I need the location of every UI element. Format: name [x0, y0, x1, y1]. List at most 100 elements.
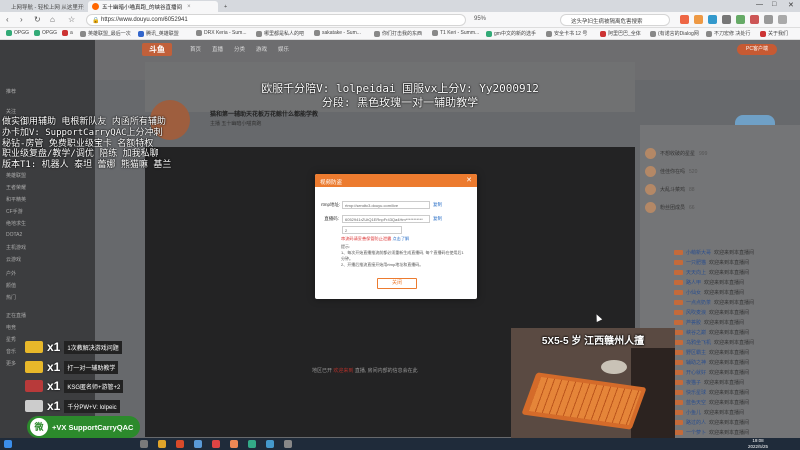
sidebar-item[interactable]: 绝地求生: [6, 220, 26, 227]
chat-message[interactable]: 一个萝卜 欢迎来到本直播间: [674, 427, 749, 437]
bookmark-item[interactable]: OPGG: [34, 30, 57, 36]
nav-entertainment[interactable]: 娱乐: [278, 45, 289, 53]
bookmark-item[interactable]: 关于我们: [760, 30, 788, 37]
extension-icon[interactable]: [680, 15, 689, 24]
home-icon[interactable]: ⌂: [50, 15, 55, 24]
taskbar-app-icon[interactable]: [266, 440, 274, 448]
nav-home[interactable]: 首页: [190, 45, 201, 53]
taskbar-app-icon[interactable]: [194, 440, 202, 448]
rank-row[interactable]: 佳佳你在吗 520: [645, 165, 697, 178]
chat-message[interactable]: 天天向上 欢迎来到本直播间: [674, 267, 749, 277]
zoom-level[interactable]: 95%: [474, 16, 486, 22]
chat-message[interactable]: 小仙女 欢迎来到本直播间: [674, 287, 744, 297]
taskbar-app-icon[interactable]: [212, 440, 220, 448]
chat-message[interactable]: 快乐星球 欢迎来到本直播间: [674, 387, 749, 397]
bookmark-item[interactable]: 英雄联盟_最后一次: [80, 30, 131, 37]
sidebar-item[interactable]: 主机游戏: [6, 244, 26, 251]
sidebar-item[interactable]: 更多: [6, 360, 16, 367]
chat-message[interactable]: 小鱼儿 欢迎来到本直播间: [674, 407, 744, 417]
start-icon[interactable]: [4, 440, 12, 448]
chat-message[interactable]: 夜猫子 欢迎来到本直播间: [674, 377, 744, 387]
taskbar-app-icon[interactable]: [230, 440, 238, 448]
refresh-icon[interactable]: ↻: [34, 15, 41, 24]
stream-key-field[interactable]: 6052941rZUtQ1ERnpFr43Qa4Hm***********: [342, 215, 430, 223]
bookmark-item[interactable]: 不刀宏修 决处行: [706, 30, 750, 37]
bookmark-item[interactable]: 安全卡书 12 号: [546, 30, 587, 37]
sidebar-item[interactable]: 英雄联盟: [6, 172, 26, 179]
pc-client-button[interactable]: PC客户端: [737, 44, 777, 55]
sidebar-item[interactable]: 热门: [6, 294, 16, 301]
bookmark-item[interactable]: 哪里都是私人的吧: [256, 30, 304, 37]
close-button[interactable]: 关闭: [377, 278, 417, 289]
sidebar-item[interactable]: 户外: [6, 270, 16, 277]
search-input[interactable]: 这头孕妇生病被隔离危害搜索: [560, 14, 670, 26]
bookmark-item[interactable]: gm中文的新的选手: [486, 30, 536, 37]
sidebar-item[interactable]: DOTA2: [6, 232, 22, 238]
sidebar-item[interactable]: 王者荣耀: [6, 184, 26, 191]
settings-icon[interactable]: [778, 15, 787, 24]
rtmp-field[interactable]: rtmp://sendtc3.douyu.com/live: [342, 201, 430, 209]
bookmark-item[interactable]: a: [62, 30, 73, 36]
streamer-name[interactable]: 主播 五十幽暗小喵真跑: [210, 120, 261, 127]
chat-message[interactable]: 一只肥猫 欢迎来到本直播间: [674, 257, 749, 267]
bookmark-item[interactable]: T1 Keri - Summ...: [432, 30, 479, 36]
chat-message[interactable]: 开心就好 欢迎来到本直播间: [674, 367, 749, 377]
taskbar-app-icon[interactable]: [248, 440, 256, 448]
nav-live[interactable]: 直播: [212, 45, 223, 53]
bookmark-item[interactable]: sakatake - Sum...: [314, 30, 361, 36]
chat-message[interactable]: 蓝色天空 欢迎来到本直播间: [674, 397, 749, 407]
learn-more-link[interactable]: 点击了解: [392, 236, 409, 241]
bookmark-item[interactable]: 腾讯_英雄联盟: [138, 30, 179, 37]
chat-message[interactable]: 路过的人 欢迎来到本直播间: [674, 417, 749, 427]
chat-message[interactable]: 路人甲 欢迎来到本直播间: [674, 277, 744, 287]
back-icon[interactable]: ‹: [6, 15, 9, 24]
sidebar-item[interactable]: 电竞: [6, 324, 16, 331]
rank-row[interactable]: 粉丝团成员 66: [645, 201, 695, 214]
maximize-icon[interactable]: □: [772, 1, 776, 8]
close-icon[interactable]: ✕: [466, 176, 472, 184]
taskbar-app-icon[interactable]: [140, 440, 148, 448]
extension-icon[interactable]: [736, 15, 745, 24]
copy-key-button[interactable]: 复制: [433, 216, 442, 222]
url-input[interactable]: 🔒 https://www.douyu.com/6052941: [86, 14, 466, 26]
chat-message[interactable]: 辅助之神 欢迎来到本直播间: [674, 357, 749, 367]
history-icon[interactable]: ☆: [68, 15, 75, 24]
minimize-icon[interactable]: —: [756, 1, 763, 8]
chat-message[interactable]: 芦荟胶 欢迎来到本直播间: [674, 317, 744, 327]
douyu-logo[interactable]: 斗鱼: [142, 43, 172, 56]
chat-message[interactable]: 乌鸦坐飞机 欢迎来到本直播间: [674, 337, 754, 347]
extension-icon[interactable]: [750, 15, 759, 24]
bookmark-item[interactable]: OPGG: [6, 30, 29, 36]
nav-game[interactable]: 游戏: [256, 45, 267, 53]
bookmark-item[interactable]: (有诺言的Dialog网: [650, 30, 699, 37]
sidebar-item[interactable]: 星秀: [6, 336, 16, 343]
chat-message[interactable]: 小萌新大哥 欢迎来到本直播间: [674, 247, 754, 257]
sidebar-item[interactable]: 和平精英: [6, 196, 26, 203]
rank-row[interactable]: 不想收破的星星 999: [645, 147, 707, 160]
extension-icon[interactable]: [708, 15, 717, 24]
new-tab-button[interactable]: +: [220, 1, 230, 12]
bookmark-item[interactable]: 你们打击我的东西: [374, 30, 422, 37]
sidebar-item[interactable]: 颜值: [6, 282, 16, 289]
sidebar-item[interactable]: 正在直播: [6, 312, 26, 319]
sidebar-item[interactable]: CF手游: [6, 208, 23, 215]
taskbar-app-icon[interactable]: [284, 440, 292, 448]
system-clock[interactable]: 19:08 2022/5/25: [748, 438, 768, 449]
bookmark-item[interactable]: DRX Keria - Sum...: [196, 30, 247, 36]
taskbar-app-icon[interactable]: [176, 440, 184, 448]
rank-row[interactable]: 大乱斗菜鸡 88: [645, 183, 695, 196]
extension-icon[interactable]: [694, 15, 703, 24]
chat-message[interactable]: 峡谷之巅 欢迎来到本直播间: [674, 327, 749, 337]
chat-message[interactable]: 野区霸主 欢迎来到本直播间: [674, 347, 749, 357]
sidebar-item[interactable]: 云游戏: [6, 256, 21, 263]
forward-icon[interactable]: ›: [20, 15, 23, 24]
extension-icon[interactable]: [722, 15, 731, 24]
bookmark-item[interactable]: 阿里巴巴_全体: [600, 30, 641, 37]
close-window-icon[interactable]: ✕: [788, 1, 794, 9]
close-tab-icon[interactable]: ×: [187, 4, 191, 10]
taskbar-app-icon[interactable]: [158, 440, 166, 448]
menu-icon[interactable]: [764, 15, 773, 24]
copy-rtmp-button[interactable]: 复制: [433, 202, 442, 208]
nav-category[interactable]: 分类: [234, 45, 245, 53]
tab-navigation[interactable]: 上网导航 - 轻松上网 从这里开始: [4, 1, 84, 12]
